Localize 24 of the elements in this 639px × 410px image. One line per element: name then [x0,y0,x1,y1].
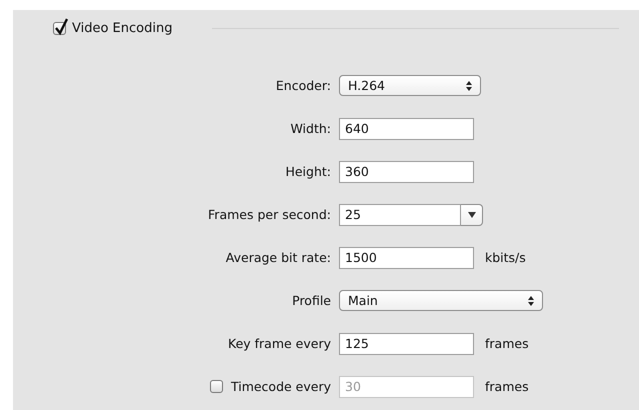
unit-label: frames [485,336,529,351]
field-label: Timecode every [230,379,331,394]
field-label: Key frame every [228,336,331,351]
input-field[interactable]: 25 [339,204,461,226]
input-field[interactable]: 125 [339,332,474,354]
down-triangle-icon [468,212,476,218]
unit-label: frames [485,379,529,394]
field-label: Encoder: [276,78,331,93]
dropdown-button[interactable] [461,204,483,226]
field-label: Average bit rate: [226,250,331,265]
section-title: Video Encoding [72,20,172,36]
field-label: Width: [290,121,331,136]
checkbox[interactable] [53,22,66,34]
unit-label: kbits/s [485,250,526,265]
popup-button[interactable]: H.264 [339,75,481,96]
input-field[interactable]: 1500 [339,246,474,268]
field-label: Frames per second: [208,207,331,222]
field-label: Height: [285,164,331,179]
input-field[interactable]: 640 [339,118,474,140]
field-label: Profile [292,293,331,308]
input-field[interactable]: 360 [339,160,474,182]
popup-button[interactable]: Main [339,290,543,311]
stepper-arrows-icon [528,296,534,306]
stepper-arrows-icon [466,80,472,90]
